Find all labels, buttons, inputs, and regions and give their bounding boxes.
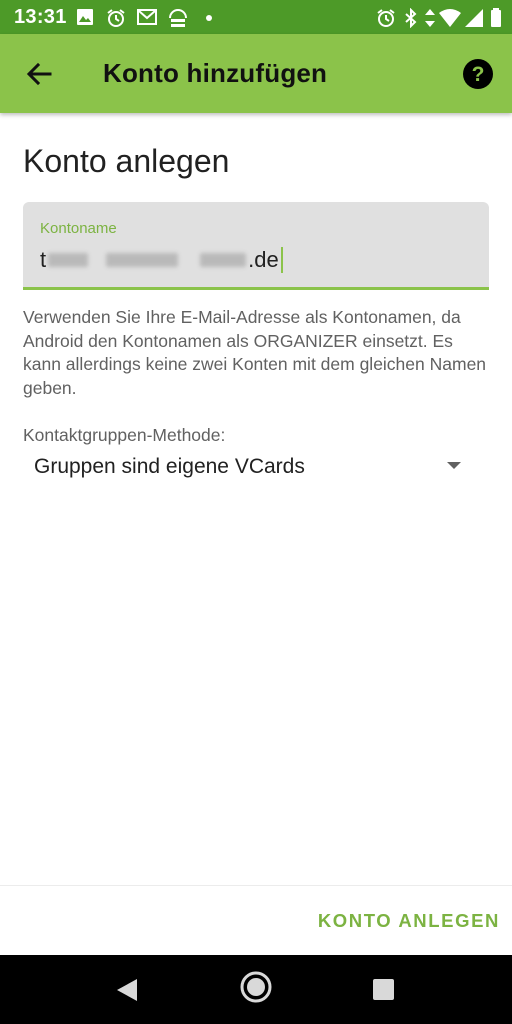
- group-method-value: Gruppen sind eigene VCards: [34, 455, 305, 478]
- text-cursor: [280, 247, 283, 273]
- account-name-help-text: Verwenden Sie Ihre E-Mail-Adresse als Ko…: [23, 307, 487, 398]
- account-name-field[interactable]: Kontoname t .de: [23, 202, 489, 290]
- gmail-icon: [137, 9, 157, 25]
- divider: [0, 885, 512, 886]
- group-method-select[interactable]: Gruppen sind eigene VCards: [23, 450, 469, 484]
- account-name-suffix: .de: [248, 247, 279, 272]
- dropdown-arrow-icon: [447, 462, 461, 469]
- account-name-prefix: t: [40, 247, 47, 272]
- svg-text:?: ?: [472, 63, 485, 86]
- nav-home-icon[interactable]: [239, 970, 273, 1004]
- page-heading: Konto anlegen: [23, 143, 230, 179]
- wifi-icon: [439, 9, 461, 27]
- redacted-text: [200, 253, 247, 267]
- redacted-text: [106, 253, 179, 267]
- create-account-button[interactable]: KONTO ANLEGEN: [318, 910, 500, 932]
- alarm-icon: [107, 9, 125, 27]
- signal-icon: [465, 9, 483, 27]
- help-circle-icon[interactable]: ?: [460, 56, 496, 92]
- account-name-label: Kontoname: [40, 220, 117, 237]
- status-time: 13:31: [14, 6, 67, 28]
- nav-back-icon[interactable]: [115, 977, 139, 1003]
- battery-icon: [491, 8, 501, 27]
- dav-sync-icon: [169, 9, 187, 27]
- redacted-text: [48, 253, 89, 267]
- image-icon: [77, 9, 93, 25]
- account-name-input[interactable]: t .de: [40, 247, 283, 273]
- nav-recents-icon[interactable]: [373, 979, 394, 1000]
- data-arrows-icon: [425, 9, 435, 27]
- bluetooth-icon: [405, 8, 417, 28]
- group-method-label: Kontaktgruppen-Methode:: [23, 425, 226, 445]
- app-bar: Konto hinzufügen ?: [0, 34, 512, 113]
- status-bar: 13:31: [0, 0, 512, 34]
- app-bar-title: Konto hinzufügen: [103, 58, 328, 88]
- alarm-icon: [377, 9, 395, 27]
- navigation-bar: [0, 955, 512, 1024]
- dot-icon: [206, 15, 212, 21]
- arrow-back-icon[interactable]: [20, 54, 60, 94]
